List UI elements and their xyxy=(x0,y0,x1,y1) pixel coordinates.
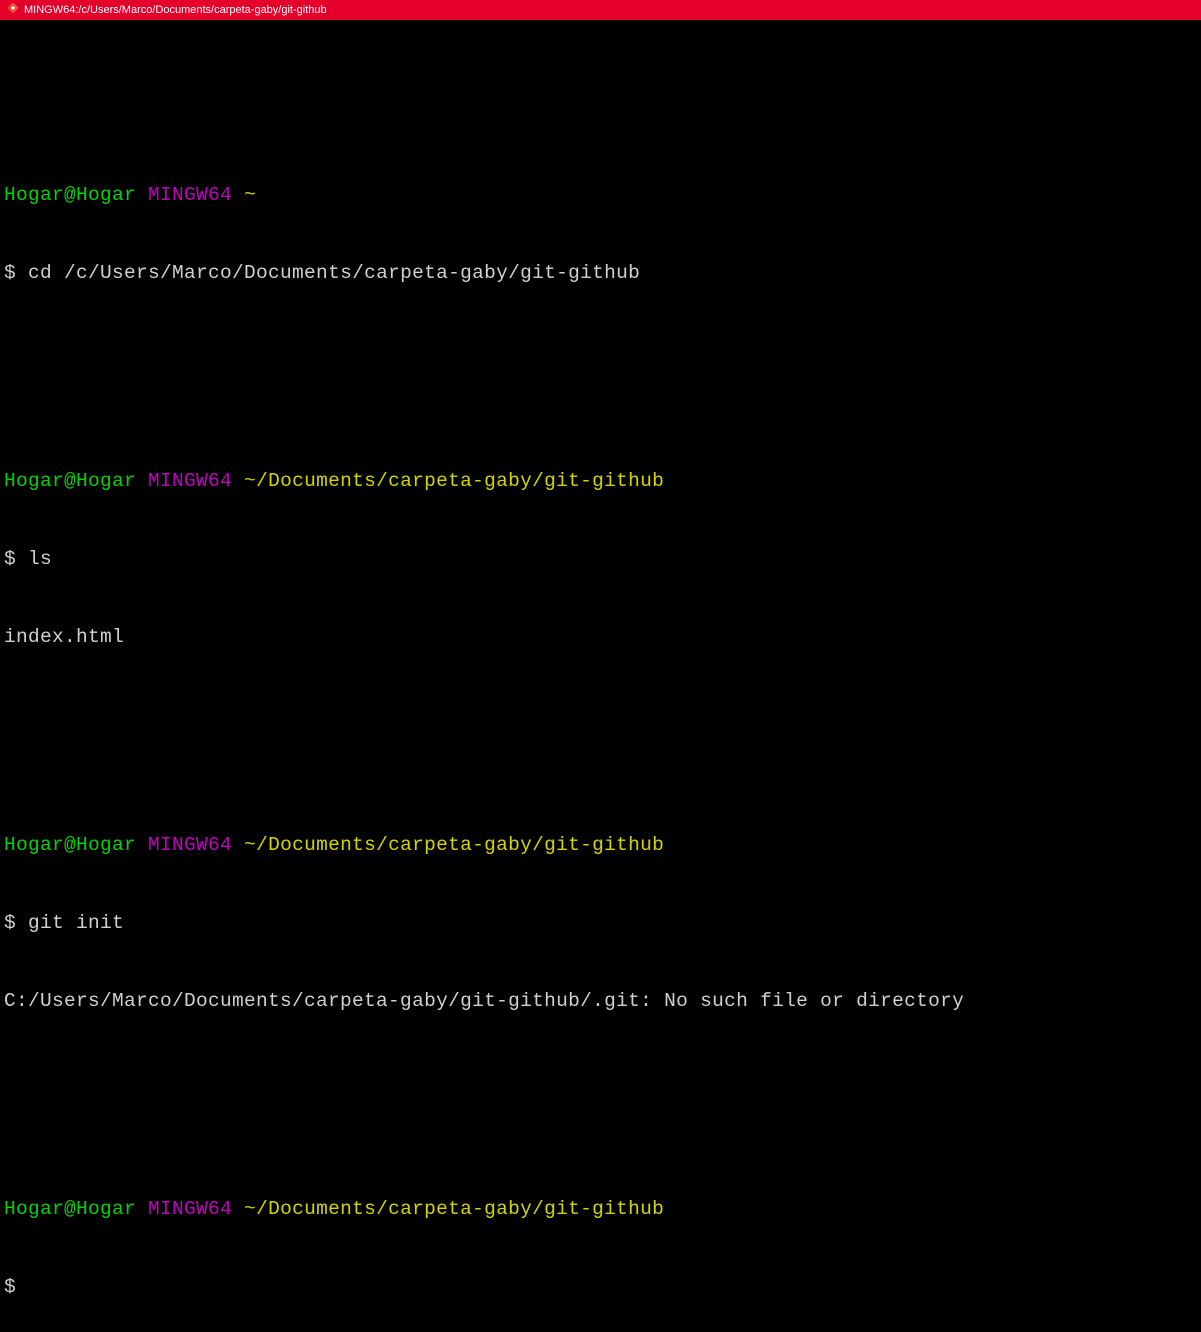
prompt-symbol: $ xyxy=(4,262,28,284)
blank-line xyxy=(4,728,1197,754)
command-line: $ xyxy=(4,1274,1197,1300)
user-host: Hogar@Hogar xyxy=(4,184,136,206)
cwd-path: ~ xyxy=(244,184,256,206)
prompt-symbol: $ xyxy=(4,1276,16,1298)
app-icon xyxy=(4,3,18,17)
user-host: Hogar@Hogar xyxy=(4,1198,136,1220)
prompt-symbol: $ xyxy=(4,912,28,934)
blank-line xyxy=(4,78,1197,104)
command-line: $ git init xyxy=(4,910,1197,936)
window-title: MINGW64:/c/Users/Marco/Documents/carpeta… xyxy=(24,4,327,16)
mingw-label: MINGW64 xyxy=(148,1198,232,1220)
blank-line xyxy=(4,364,1197,390)
command-text: cd /c/Users/Marco/Documents/carpeta-gaby… xyxy=(28,262,640,284)
terminal-area[interactable]: Hogar@Hogar MINGW64 ~ $ cd /c/Users/Marc… xyxy=(0,20,1201,1332)
output-line: index.html xyxy=(4,624,1197,650)
prompt-line: Hogar@Hogar MINGW64 ~ xyxy=(4,182,1197,208)
user-host: Hogar@Hogar xyxy=(4,834,136,856)
mingw-label: MINGW64 xyxy=(148,834,232,856)
window-titlebar[interactable]: MINGW64:/c/Users/Marco/Documents/carpeta… xyxy=(0,0,1201,20)
command-line: $ ls xyxy=(4,546,1197,572)
command-text: git init xyxy=(28,912,124,934)
prompt-symbol: $ xyxy=(4,548,28,570)
command-text: ls xyxy=(28,548,52,570)
mingw-label: MINGW64 xyxy=(148,184,232,206)
prompt-line: Hogar@Hogar MINGW64 ~/Documents/carpeta-… xyxy=(4,832,1197,858)
command-line: $ cd /c/Users/Marco/Documents/carpeta-ga… xyxy=(4,260,1197,286)
prompt-line: Hogar@Hogar MINGW64 ~/Documents/carpeta-… xyxy=(4,468,1197,494)
prompt-line: Hogar@Hogar MINGW64 ~/Documents/carpeta-… xyxy=(4,1196,1197,1222)
blank-line xyxy=(4,1092,1197,1118)
output-line: C:/Users/Marco/Documents/carpeta-gaby/gi… xyxy=(4,988,1197,1014)
cwd-path: ~/Documents/carpeta-gaby/git-github xyxy=(244,1198,664,1220)
cwd-path: ~/Documents/carpeta-gaby/git-github xyxy=(244,834,664,856)
mingw-label: MINGW64 xyxy=(148,470,232,492)
user-host: Hogar@Hogar xyxy=(4,470,136,492)
cwd-path: ~/Documents/carpeta-gaby/git-github xyxy=(244,470,664,492)
